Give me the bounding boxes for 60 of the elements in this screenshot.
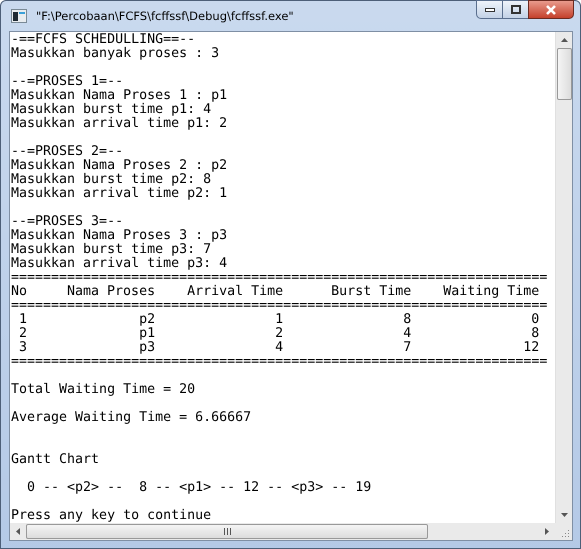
console-line: Masukkan arrival time p2: 1 — [11, 187, 228, 201]
table-cell: 4 — [403, 326, 412, 341]
scroll-right-icon[interactable] — [545, 528, 549, 535]
table-cell: 2 — [19, 326, 28, 341]
window-title: "F:\Percobaan\FCFS\fcffssf\Debug\fcffssf.exe" — [36, 9, 294, 23]
table-cell: 1 — [19, 312, 28, 327]
table-cell: 8 — [403, 312, 412, 327]
column-header: Burst Time — [331, 284, 412, 299]
scroll-left-icon[interactable] — [16, 528, 20, 535]
console-line: --=PROSES 3=-- — [11, 215, 124, 229]
table-cell: 0 — [531, 312, 540, 327]
console-line: Masukkan arrival time p1: 2 — [11, 117, 228, 131]
table-cell: 1 — [275, 312, 284, 327]
console-line: Masukkan Nama Proses 2 : p2 — [11, 159, 228, 173]
resize-grip-icon[interactable] — [560, 528, 570, 538]
console-line: -==FCFS SCHEDULLING==-- — [11, 33, 196, 47]
console-line: Gantt Chart — [11, 453, 100, 467]
console-line: Masukkan burst time p3: 7 — [11, 243, 212, 257]
console-line: Masukkan burst time p2: 8 — [11, 173, 212, 187]
table-cell: p2 — [139, 312, 156, 327]
table-cell: p3 — [139, 340, 156, 355]
table-cell: 12 — [523, 340, 540, 355]
console-line: --=PROSES 1=-- — [11, 75, 124, 89]
console-line: Masukkan arrival time p3: 4 — [11, 257, 228, 271]
table-cell: 3 — [19, 340, 28, 355]
console-line: Masukkan Nama Proses 1 : p1 — [11, 89, 228, 103]
separator-line: =================================================================== — [11, 355, 548, 369]
scroll-thumb[interactable] — [556, 48, 572, 100]
console-app-icon — [11, 9, 27, 23]
console-line: --=PROSES 2=-- — [11, 145, 124, 159]
console-line: Total Waiting Time = 20 — [11, 383, 196, 397]
separator-line: =================================================================== — [11, 299, 548, 313]
minimize-button[interactable] — [476, 0, 503, 19]
console-line: Masukkan burst time p1: 4 — [11, 103, 212, 117]
table-cell: 2 — [275, 326, 284, 341]
column-header: Waiting Time — [443, 284, 540, 299]
table-cell: 7 — [403, 340, 412, 355]
column-header: No — [11, 284, 28, 299]
column-header: Arrival Time — [187, 284, 284, 299]
scroll-thumb[interactable] — [26, 524, 428, 539]
table-cell: 8 — [531, 326, 540, 341]
table-cell: 4 — [275, 340, 284, 355]
maximize-button[interactable] — [502, 0, 529, 19]
console-line: Masukkan banyak proses : 3 — [11, 47, 220, 61]
grip-icon — [224, 528, 230, 535]
separator-line: =================================================================== — [11, 271, 548, 285]
horizontal-scrollbar[interactable] — [10, 523, 555, 540]
console-line: 0 -- <p2> -- 8 -- <p1> -- 12 -- <p3> -- 19 — [26, 481, 372, 495]
console-line: Masukkan Nama Proses 3 : p3 — [11, 229, 228, 243]
console-line: Average Waiting Time = 6.66667 — [11, 411, 252, 425]
scroll-up-icon[interactable] — [560, 38, 568, 42]
console-line: Press any key to continue — [11, 509, 212, 523]
minimize-icon — [484, 8, 494, 12]
close-icon — [545, 4, 557, 14]
maximize-icon — [510, 5, 520, 14]
close-button[interactable] — [528, 0, 574, 19]
scroll-down-icon[interactable] — [560, 513, 568, 517]
table-cell: p1 — [139, 326, 156, 341]
vertical-scrollbar[interactable] — [555, 32, 572, 523]
column-header: Nama Proses — [67, 284, 156, 299]
